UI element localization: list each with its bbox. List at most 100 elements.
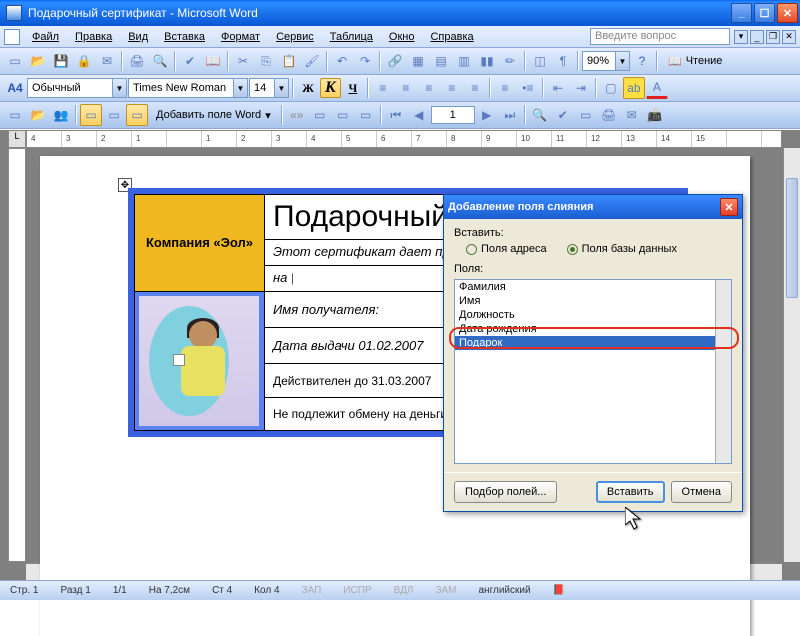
save-icon[interactable]: 💾 bbox=[50, 50, 72, 72]
menu-file[interactable]: Файл bbox=[24, 28, 67, 46]
doc-restore-button[interactable]: ❐ bbox=[766, 30, 780, 44]
spellcheck-icon[interactable]: ✔ bbox=[179, 50, 201, 72]
zoom-combo[interactable]: 90%▼ bbox=[582, 51, 630, 71]
align-right-icon[interactable]: ≡ bbox=[418, 77, 440, 99]
undo-icon[interactable]: ↶ bbox=[331, 50, 353, 72]
list-item[interactable]: Подарок bbox=[455, 336, 731, 350]
dialog-close-button[interactable]: ✕ bbox=[720, 198, 738, 216]
mm-insert-block-icon[interactable]: ▭ bbox=[80, 104, 102, 126]
menu-edit[interactable]: Правка bbox=[67, 28, 120, 46]
font-combo[interactable]: Times New Roman▼ bbox=[128, 78, 248, 98]
company-cell[interactable]: Компания «Эол» bbox=[135, 195, 265, 292]
list-item[interactable]: Должность bbox=[455, 308, 731, 322]
mm-insert-field-icon[interactable]: ▭ bbox=[126, 104, 148, 126]
cut-icon[interactable]: ✂ bbox=[232, 50, 254, 72]
mm-add-word-field[interactable]: Добавить поле Word ▾ bbox=[149, 104, 278, 126]
new-doc-icon[interactable]: ▭ bbox=[4, 50, 26, 72]
mm-merge-print-icon[interactable]: 🖨 bbox=[598, 104, 620, 126]
bold-button[interactable]: Ж bbox=[297, 77, 319, 99]
mm-setup-icon[interactable]: ▭ bbox=[4, 104, 26, 126]
list-item[interactable]: Фамилия bbox=[455, 280, 731, 294]
match-fields-button[interactable]: Подбор полей... bbox=[454, 481, 557, 503]
mm-match-icon[interactable]: ▭ bbox=[332, 104, 354, 126]
hyperlink-icon[interactable]: 🔗 bbox=[384, 50, 406, 72]
excel-icon[interactable]: ▥ bbox=[453, 50, 475, 72]
mm-check-icon[interactable]: ✔ bbox=[552, 104, 574, 126]
mail-icon[interactable]: ✉ bbox=[96, 50, 118, 72]
vertical-scrollbar[interactable] bbox=[783, 148, 800, 562]
help-icon[interactable]: ? bbox=[631, 50, 653, 72]
mm-labels-icon[interactable]: ▭ bbox=[355, 104, 377, 126]
mm-next-icon[interactable]: ▶ bbox=[476, 104, 498, 126]
status-lang[interactable]: английский bbox=[474, 585, 534, 596]
mm-first-icon[interactable]: ⏮ bbox=[385, 104, 407, 126]
menu-tools[interactable]: Сервис bbox=[268, 28, 322, 46]
fontsize-combo[interactable]: 14▼ bbox=[249, 78, 289, 98]
mm-greeting-icon[interactable]: ▭ bbox=[103, 104, 125, 126]
mm-open-icon[interactable]: 📂 bbox=[27, 104, 49, 126]
dialog-titlebar[interactable]: Добавление поля слияния ✕ bbox=[444, 195, 742, 219]
indent-icon[interactable]: ⇥ bbox=[570, 77, 592, 99]
list-item[interactable]: Дата рождения bbox=[455, 322, 731, 336]
radio-db[interactable]: Поля базы данных bbox=[567, 243, 677, 255]
mm-merge-fax-icon[interactable]: 📠 bbox=[644, 104, 666, 126]
menu-format[interactable]: Формат bbox=[213, 28, 268, 46]
insert-button[interactable]: Вставить bbox=[596, 481, 665, 503]
open-icon[interactable]: 📂 bbox=[27, 50, 49, 72]
mm-find-icon[interactable]: 🔍 bbox=[529, 104, 551, 126]
mm-last-icon[interactable]: ⏭ bbox=[499, 104, 521, 126]
mm-merge-new-icon[interactable]: ▭ bbox=[575, 104, 597, 126]
insert-table-icon[interactable]: ▤ bbox=[430, 50, 452, 72]
fields-listbox[interactable]: ФамилияИмяДолжностьДата рожденияПодарок bbox=[454, 279, 732, 464]
drawing-icon[interactable]: ✏ bbox=[499, 50, 521, 72]
print-icon[interactable]: 🖨 bbox=[126, 50, 148, 72]
list-item[interactable]: Имя bbox=[455, 294, 731, 308]
minimize-button[interactable]: _ bbox=[731, 3, 752, 23]
scrollbar-thumb[interactable] bbox=[786, 178, 798, 298]
mm-record-input[interactable] bbox=[431, 106, 475, 124]
vertical-ruler[interactable] bbox=[8, 148, 26, 562]
tables-borders-icon[interactable]: ▦ bbox=[407, 50, 429, 72]
menu-view[interactable]: Вид bbox=[120, 28, 156, 46]
mm-merge-mail-icon[interactable]: ✉ bbox=[621, 104, 643, 126]
numbered-list-icon[interactable]: ≡ bbox=[494, 77, 516, 99]
line-spacing-icon[interactable]: ≡ bbox=[464, 77, 486, 99]
bullet-list-icon[interactable]: •≡ bbox=[517, 77, 539, 99]
listbox-scrollbar[interactable] bbox=[715, 280, 731, 463]
columns-icon[interactable]: ▮▮ bbox=[476, 50, 498, 72]
justify-icon[interactable]: ≡ bbox=[441, 77, 463, 99]
mm-recipients-icon[interactable]: 👥 bbox=[50, 104, 72, 126]
doc-close-button[interactable]: ✕ bbox=[782, 30, 796, 44]
maximize-button[interactable]: ☐ bbox=[754, 3, 775, 23]
italic-button[interactable]: К bbox=[320, 78, 341, 98]
redo-icon[interactable]: ↷ bbox=[354, 50, 376, 72]
outdent-icon[interactable]: ⇤ bbox=[547, 77, 569, 99]
help-search-input[interactable]: Введите вопрос bbox=[590, 28, 730, 45]
image-cell[interactable] bbox=[135, 292, 265, 431]
menu-help[interactable]: Справка bbox=[422, 28, 481, 46]
status-book-icon[interactable]: 📕 bbox=[549, 585, 569, 596]
radio-address[interactable]: Поля адреса bbox=[466, 243, 547, 255]
align-left-icon[interactable]: ≡ bbox=[372, 77, 394, 99]
horizontal-ruler[interactable]: 4321123456789101112131415 bbox=[26, 130, 782, 148]
reading-mode-button[interactable]: 📖 Чтение bbox=[661, 50, 729, 72]
research-icon[interactable]: 📖 bbox=[202, 50, 224, 72]
style-combo[interactable]: Обычный▼ bbox=[27, 78, 127, 98]
menu-table[interactable]: Таблица bbox=[322, 28, 381, 46]
close-button[interactable]: ✕ bbox=[777, 3, 798, 23]
styles-pane-icon[interactable]: A4 bbox=[4, 77, 26, 99]
help-dropdown[interactable]: ▾ bbox=[734, 30, 748, 44]
borders-icon[interactable]: ▢ bbox=[600, 77, 622, 99]
underline-button[interactable]: Ч bbox=[342, 77, 364, 99]
doc-min-button[interactable]: _ bbox=[750, 30, 764, 44]
mm-highlight-icon[interactable]: ▭ bbox=[309, 104, 331, 126]
highlight-icon[interactable]: ab bbox=[623, 77, 645, 99]
align-center-icon[interactable]: ≡ bbox=[395, 77, 417, 99]
show-para-icon[interactable]: ¶ bbox=[552, 50, 574, 72]
paste-icon[interactable]: 📋 bbox=[278, 50, 300, 72]
mm-prev-icon[interactable]: ◀ bbox=[408, 104, 430, 126]
menu-insert[interactable]: Вставка bbox=[156, 28, 213, 46]
copy-icon[interactable]: ⎘ bbox=[255, 50, 277, 72]
preview-icon[interactable]: 🔍 bbox=[149, 50, 171, 72]
permissions-icon[interactable]: 🔒 bbox=[73, 50, 95, 72]
